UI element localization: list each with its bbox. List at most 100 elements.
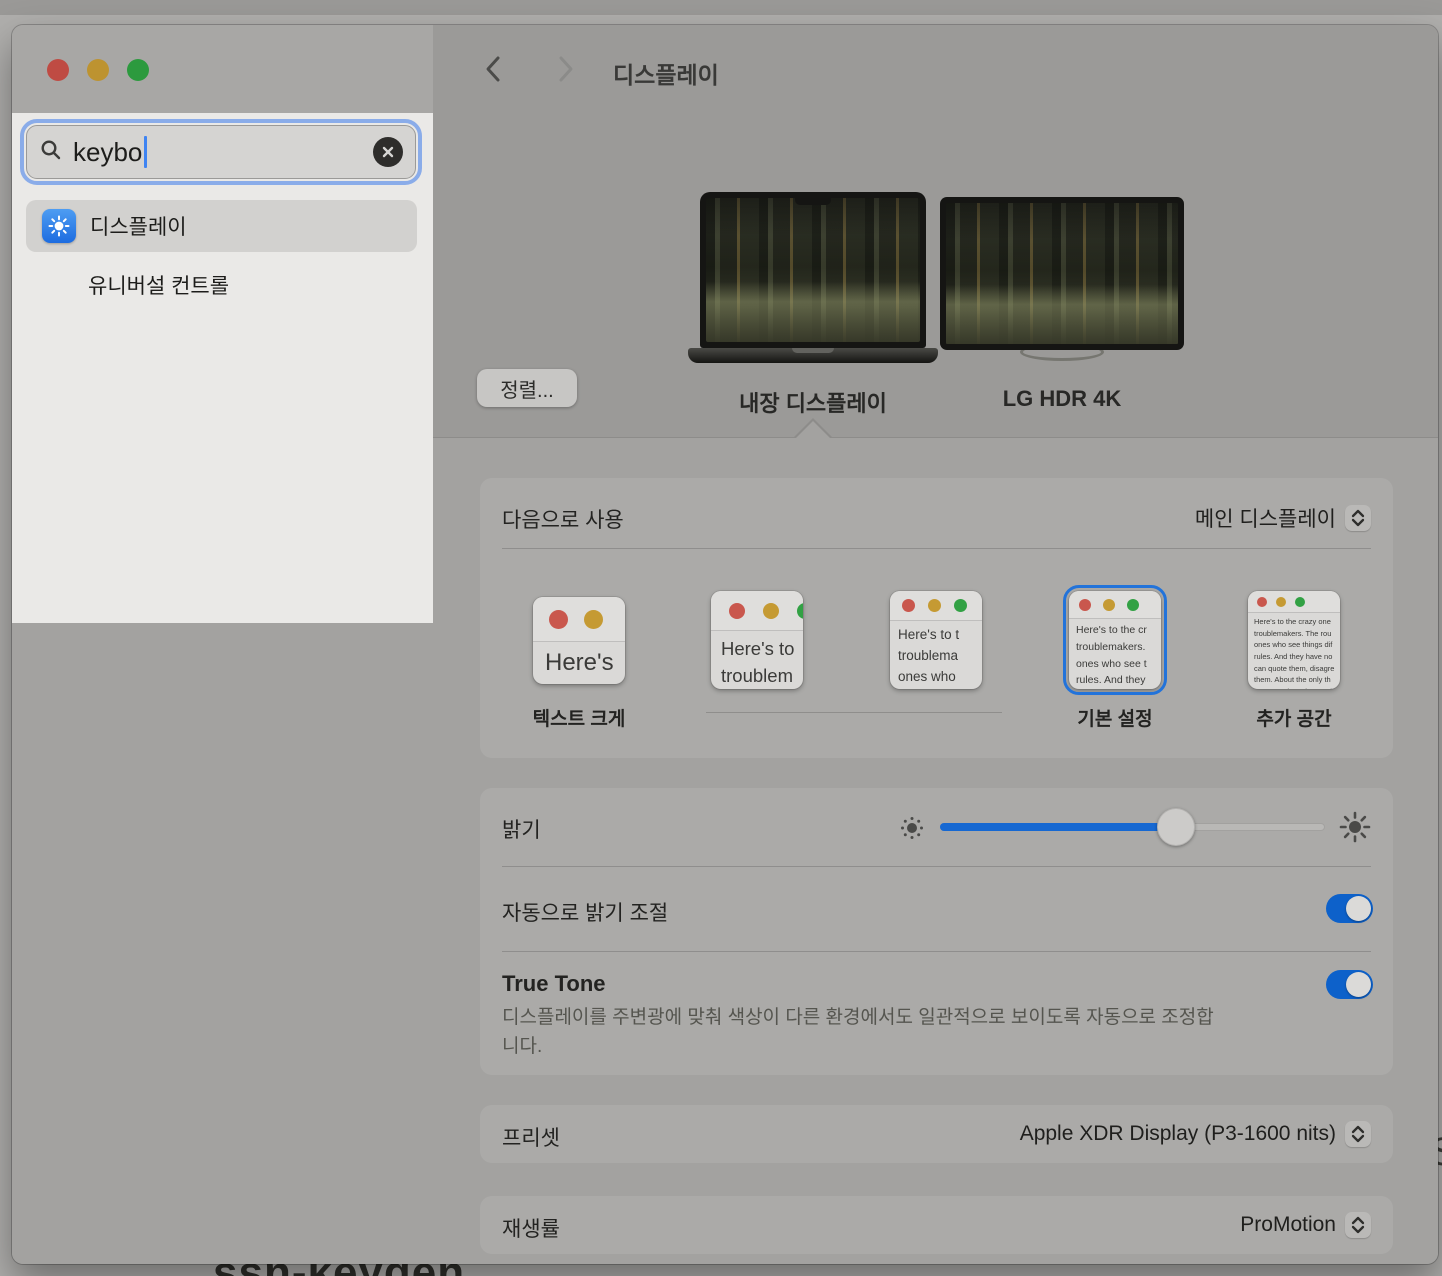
use-as-label: 다음으로 사용 xyxy=(502,504,624,534)
mini-window-titlebar xyxy=(1248,591,1340,613)
preset-card: 프리셋 Apple XDR Display (P3-1600 nits) xyxy=(480,1105,1393,1163)
card-divider xyxy=(502,866,1371,867)
mini-minimize-icon xyxy=(763,603,779,619)
mini-zoom-icon xyxy=(1127,599,1139,611)
external-display-wallpaper xyxy=(946,203,1178,344)
laptop-notch xyxy=(795,198,831,205)
mini-window-titlebar xyxy=(533,597,625,642)
mini-window-text: Here's to the cr troublemakers. ones who… xyxy=(1069,619,1161,689)
mini-window-text: Here's xyxy=(533,642,625,677)
scaling-option-3[interactable]: Here's to t troublema ones who xyxy=(890,591,982,689)
scaling-option-2[interactable]: Here's to troublem xyxy=(711,591,803,689)
search-query-text: keybo xyxy=(73,137,142,168)
zoom-button[interactable] xyxy=(127,59,149,81)
clear-search-icon[interactable] xyxy=(373,137,403,167)
back-button[interactable] xyxy=(480,56,506,82)
true-tone-toggle[interactable] xyxy=(1326,970,1373,999)
brightness-slider-track[interactable] xyxy=(940,823,1325,831)
minimize-button[interactable] xyxy=(87,59,109,81)
close-button[interactable] xyxy=(47,59,69,81)
mini-window-titlebar xyxy=(711,591,803,631)
laptop-base xyxy=(688,348,938,363)
mini-window-text: Here's to troublem xyxy=(711,631,803,689)
chevron-up-down-icon[interactable] xyxy=(1345,505,1371,531)
mini-zoom-icon xyxy=(797,603,803,619)
true-tone-label: True Tone xyxy=(502,971,606,997)
arrange-button[interactable]: 정렬... xyxy=(477,369,577,407)
page-title: 디스플레이 xyxy=(613,56,719,90)
mini-close-icon xyxy=(549,610,568,629)
true-tone-description: 디스플레이를 주변광에 맞춰 색상이 다른 환경에서도 일관적으로 보이도록 자… xyxy=(502,1003,1230,1062)
desktop-top-band xyxy=(0,0,1442,15)
search-icon xyxy=(39,138,63,167)
header-content-divider xyxy=(433,437,1438,438)
scaling-option-more-space[interactable]: Here's to the crazy one troublemakers. T… xyxy=(1248,591,1340,689)
mini-minimize-icon xyxy=(584,610,603,629)
scaling-label-default: 기본 설정 xyxy=(1077,704,1152,731)
mini-minimize-icon xyxy=(928,599,941,612)
builtin-display-thumbnail[interactable] xyxy=(700,192,926,348)
scaling-option-larger-text[interactable]: Here's xyxy=(533,597,625,684)
preset-value: Apple XDR Display (P3-1600 nits) xyxy=(1020,1122,1336,1146)
external-display-label: LG HDR 4K xyxy=(1003,386,1122,412)
auto-brightness-toggle[interactable] xyxy=(1326,894,1373,923)
search-result-displays[interactable]: 디스플레이 xyxy=(26,200,417,252)
refresh-rate-dropdown[interactable]: ProMotion xyxy=(1240,1212,1371,1238)
card-divider xyxy=(502,951,1371,952)
use-as-value: 메인 디스플레이 xyxy=(1195,503,1336,533)
scaling-label-larger-text: 텍스트 크게 xyxy=(533,704,626,731)
preset-dropdown[interactable]: Apple XDR Display (P3-1600 nits) xyxy=(1020,1121,1371,1147)
mini-minimize-icon xyxy=(1103,599,1115,611)
external-display-thumbnail[interactable] xyxy=(940,197,1184,350)
builtin-display-wallpaper xyxy=(706,198,920,342)
mini-close-icon xyxy=(729,603,745,619)
refresh-rate-card: 재생률 ProMotion xyxy=(480,1196,1393,1254)
mini-close-icon xyxy=(1257,597,1267,607)
card-divider xyxy=(502,548,1371,549)
mini-window-titlebar xyxy=(890,591,982,621)
display-settings-card: 다음으로 사용 메인 디스플레이 Here's xyxy=(480,478,1393,758)
mini-close-icon xyxy=(1079,599,1091,611)
search-input[interactable]: keybo xyxy=(26,125,416,179)
sidebar-titlebar xyxy=(12,25,433,113)
brightness-slider-knob[interactable] xyxy=(1157,808,1195,846)
search-focus-ring: keybo xyxy=(20,119,422,185)
sidebar-background xyxy=(12,623,433,1264)
selected-display-caret xyxy=(796,421,830,438)
brightness-slider-fill xyxy=(940,823,1176,831)
search-result-label: 디스플레이 xyxy=(90,211,187,241)
brightness-label: 밝기 xyxy=(502,814,541,844)
mini-zoom-icon xyxy=(1295,597,1305,607)
auto-brightness-label: 자동으로 밝기 조절 xyxy=(502,897,668,927)
scaling-option-default-selected[interactable]: Here's to the cr troublemakers. ones who… xyxy=(1069,591,1161,689)
laptop-lid-notch xyxy=(792,348,834,353)
text-cursor xyxy=(144,136,147,168)
search-result-universal-control[interactable]: 유니버설 컨트롤 xyxy=(88,270,229,300)
mini-minimize-icon xyxy=(1276,597,1286,607)
refresh-rate-label: 재생률 xyxy=(502,1213,560,1243)
use-as-dropdown[interactable]: 메인 디스플레이 xyxy=(1195,503,1371,533)
toggle-knob xyxy=(1346,972,1371,997)
mini-window-text: Here's to t troublema ones who xyxy=(890,621,982,688)
mini-window-titlebar xyxy=(1069,591,1161,619)
chevron-up-down-icon[interactable] xyxy=(1345,1121,1371,1147)
mini-close-icon xyxy=(902,599,915,612)
builtin-display-label: 내장 디스플레이 xyxy=(739,386,887,418)
preset-label: 프리셋 xyxy=(502,1122,560,1152)
brightness-high-icon xyxy=(1338,810,1372,849)
mini-window-text: Here's to the crazy one troublemakers. T… xyxy=(1248,613,1340,689)
search-results-panel xyxy=(12,113,433,623)
scaling-label-more-space: 추가 공간 xyxy=(1256,704,1331,731)
screen: ssn-keygen S keybo xyxy=(0,0,1442,1276)
display-brightness-icon xyxy=(42,209,76,243)
toggle-knob xyxy=(1346,896,1371,921)
scaling-options-connector-line xyxy=(706,712,1002,713)
mini-zoom-icon xyxy=(954,599,967,612)
refresh-rate-value: ProMotion xyxy=(1240,1213,1336,1237)
main-header-area xyxy=(433,25,1438,437)
brightness-card: 밝기 xyxy=(480,788,1393,1075)
chevron-up-down-icon[interactable] xyxy=(1345,1212,1371,1238)
forward-button[interactable] xyxy=(553,56,579,82)
brightness-low-icon xyxy=(898,814,926,847)
system-settings-window: keybo xyxy=(12,25,1438,1264)
